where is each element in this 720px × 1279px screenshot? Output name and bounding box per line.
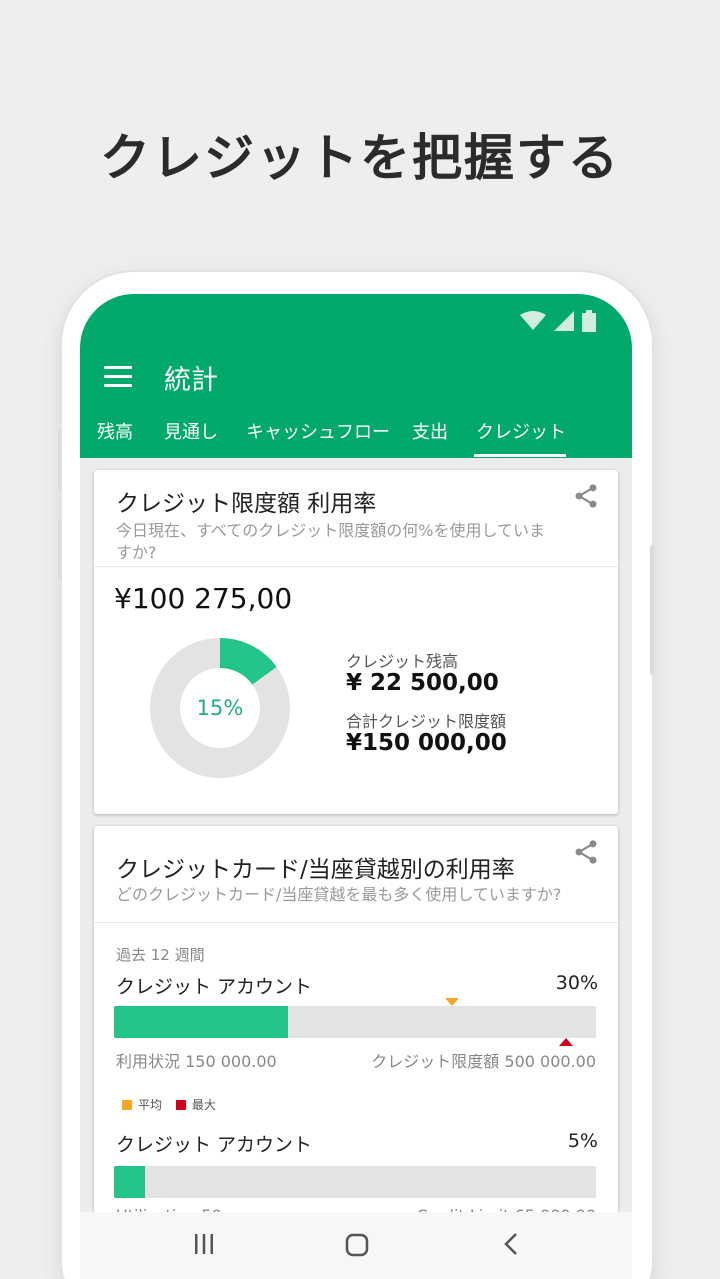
account-name: クレジット アカウント <box>116 976 313 998</box>
average-marker <box>445 998 459 1006</box>
tab-bar: 残高 見通し キャッシュフロー 支出 クレジット <box>80 412 632 458</box>
balance-label: クレジット残高 <box>346 652 459 671</box>
limit-label: 合計クレジット限度額 <box>346 712 507 731</box>
period-label: 過去 12 週間 <box>116 946 205 964</box>
share-icon[interactable] <box>572 482 600 510</box>
recent-apps-icon[interactable] <box>192 1232 216 1256</box>
side-button <box>650 545 654 675</box>
home-icon[interactable] <box>344 1232 370 1258</box>
usage-label: 利用状況 150 000.00 <box>116 1052 277 1071</box>
card-subtitle: 今日現在、すべてのクレジット限度額の何%を使用していますか? <box>116 521 545 562</box>
headline: クレジットを把握する <box>100 129 620 187</box>
tab-spending[interactable]: 支出 <box>412 418 448 444</box>
legend-avg-swatch <box>122 1099 132 1110</box>
credit-utilization-card: クレジット限度額 利用率 今日現在、すべてのクレジット限度額の何%を使用していま… <box>94 470 618 814</box>
back-icon[interactable] <box>500 1232 524 1256</box>
page-title: 統計 <box>164 365 218 396</box>
legend: 平均 最大 <box>122 1096 216 1113</box>
tab-indicator <box>474 454 566 457</box>
system-nav-bar <box>80 1212 632 1279</box>
legend-max-label: 最大 <box>192 1098 217 1112</box>
account-name: クレジット アカウント <box>116 1134 313 1156</box>
tab-forecast[interactable]: 見通し <box>164 418 218 444</box>
donut-percent: 15% <box>196 696 244 720</box>
signal-icon <box>554 311 574 331</box>
limit-value: ¥150 000,00 <box>346 730 507 756</box>
divider <box>94 922 618 923</box>
share-icon[interactable] <box>572 838 600 866</box>
card-title: クレジットカード/当座貸越別の利用率 <box>116 857 515 883</box>
account-percent: 5% <box>567 1130 598 1152</box>
side-button <box>58 430 62 490</box>
tab-credit[interactable]: クレジット <box>476 418 566 444</box>
side-button <box>58 520 62 580</box>
menu-icon[interactable] <box>104 366 132 388</box>
battery-icon <box>582 310 596 332</box>
card-title: クレジット限度額 利用率 <box>116 491 377 517</box>
app-screen: 統計 残高 見通し キャッシュフロー 支出 クレジット クレジット限度額 利用率… <box>80 294 632 1279</box>
legend-max-swatch <box>176 1099 187 1110</box>
tab-cashflow[interactable]: キャッシュフロー <box>246 418 390 444</box>
balance-value: ¥ 22 500,00 <box>346 670 499 696</box>
bar-fill <box>114 1006 288 1038</box>
bar-fill <box>114 1166 146 1198</box>
card-subtitle: どのクレジットカード/当座貸越を最も多く使用していますか? <box>116 885 562 904</box>
account-percent: 30% <box>555 972 598 994</box>
wifi-icon <box>520 311 546 330</box>
utilization-total: ¥100 275,00 <box>114 582 293 615</box>
max-marker <box>559 1038 573 1046</box>
app-bar: 統計 残高 見通し キャッシュフロー 支出 クレジット <box>80 294 632 458</box>
limit-label: クレジット限度額 500 000.00 <box>371 1052 596 1071</box>
status-bar <box>520 310 596 332</box>
tab-balance[interactable]: 残高 <box>97 418 133 444</box>
legend-avg-label: 平均 <box>138 1098 163 1112</box>
divider <box>94 566 618 567</box>
utilization-bar <box>114 1166 596 1198</box>
utilization-bar <box>114 1006 596 1038</box>
